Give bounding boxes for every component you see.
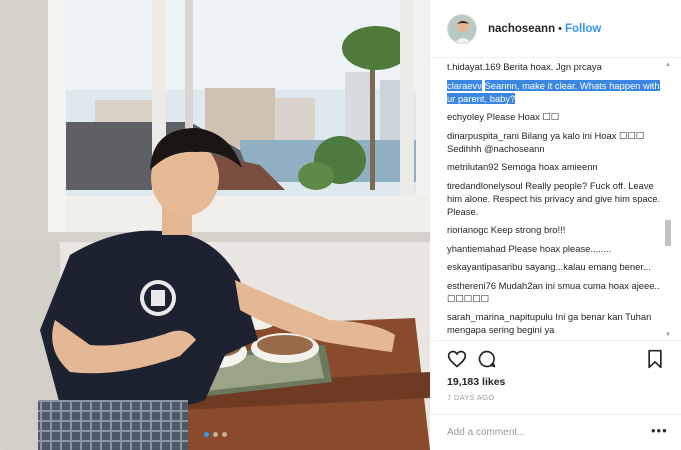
- comment-text: Berita hoax. Jgn prcaya: [503, 61, 602, 72]
- comment-text: Please Hoax ☐☐: [486, 111, 560, 122]
- comment-item: dinarpuspita_rani Bilang ya kalo ini Hoa…: [447, 129, 666, 155]
- carousel-dot-2[interactable]: [212, 432, 218, 437]
- scroll-down-icon[interactable]: ▼: [663, 330, 673, 340]
- comment-item: metrilutan92 Semoga hoax amieenn: [447, 160, 666, 173]
- heart-icon[interactable]: [447, 349, 467, 369]
- comment-username[interactable]: sarah_marina_napitupulu: [447, 311, 553, 322]
- more-options-icon[interactable]: •••: [651, 423, 668, 438]
- bookmark-icon[interactable]: [645, 349, 665, 369]
- likes-count[interactable]: 19,183 likes: [447, 376, 505, 388]
- comment-username[interactable]: claraevv: [447, 79, 482, 91]
- post-actions: [430, 340, 681, 376]
- comment-item: sarah_marina_napitupulu Ini ga benar kan…: [447, 310, 666, 336]
- carousel-dot-1[interactable]: [203, 432, 209, 437]
- comment-item: tiredandlonelysoul Really people? Fuck o…: [447, 179, 666, 218]
- post-header: nachoseann • Follow: [430, 0, 681, 58]
- comment-username[interactable]: metrilutan92: [447, 161, 499, 172]
- avatar[interactable]: [447, 13, 477, 44]
- photo-scene: [0, 0, 430, 450]
- post-photo[interactable]: [0, 0, 430, 450]
- comment-item: claraevv Seannn, make it clear. Whats ha…: [447, 79, 666, 105]
- header-separator: •: [558, 22, 562, 35]
- comment-username[interactable]: tiredandlonelysoul: [447, 180, 523, 191]
- post-timestamp: 7 DAYS AGO: [447, 393, 495, 402]
- scroll-up-icon[interactable]: ▲: [663, 60, 673, 70]
- add-comment-bar: Add a comment... •••: [430, 414, 681, 450]
- add-comment-input[interactable]: Add a comment...: [447, 427, 525, 438]
- comment-username[interactable]: riorianogc: [447, 224, 488, 235]
- comments-scrollbar[interactable]: ▲ ▼: [663, 60, 673, 340]
- follow-button[interactable]: Follow: [565, 23, 601, 35]
- comment-text: Keep strong bro!!!: [490, 224, 566, 235]
- avatar-image: [448, 14, 476, 43]
- header-username[interactable]: nachoseann: [488, 23, 555, 35]
- comment-item: eskayantipasaribu sayang...kalau emang b…: [447, 260, 666, 273]
- carousel-indicator[interactable]: [0, 432, 430, 437]
- comment-item: esthereni76 Mudah2an ini smua cuma hoax …: [447, 279, 666, 305]
- comment-item: yhantiemahad Please hoax please........: [447, 242, 666, 255]
- comment-text: Please hoax please........: [508, 242, 612, 254]
- comment-item: echyoley Please Hoax ☐☐: [447, 110, 666, 123]
- carousel-dot-3[interactable]: [221, 432, 227, 437]
- comment-item: riorianogc Keep strong bro!!!: [447, 223, 666, 236]
- scrollbar-thumb[interactable]: [665, 220, 671, 246]
- comment-username[interactable]: esthereni76: [447, 280, 496, 291]
- comment-text: Semoga hoax amieenn: [501, 161, 598, 172]
- comment-icon[interactable]: [477, 349, 497, 369]
- comment-text: sayang...kalau emang bener...: [525, 261, 651, 272]
- comment-username[interactable]: t.hidayat.169: [447, 61, 501, 72]
- comment-username[interactable]: dinarpuspita_rani: [447, 130, 519, 141]
- comment-username[interactable]: eskayantipasaribu: [447, 261, 523, 272]
- comment-item: t.hidayat.169 Berita hoax. Jgn prcaya: [447, 60, 666, 73]
- comment-username[interactable]: echyoley: [447, 111, 484, 122]
- comments-list[interactable]: t.hidayat.169 Berita hoax. Jgn prcaya cla…: [447, 60, 666, 338]
- comment-username[interactable]: yhantiemahad: [447, 243, 506, 254]
